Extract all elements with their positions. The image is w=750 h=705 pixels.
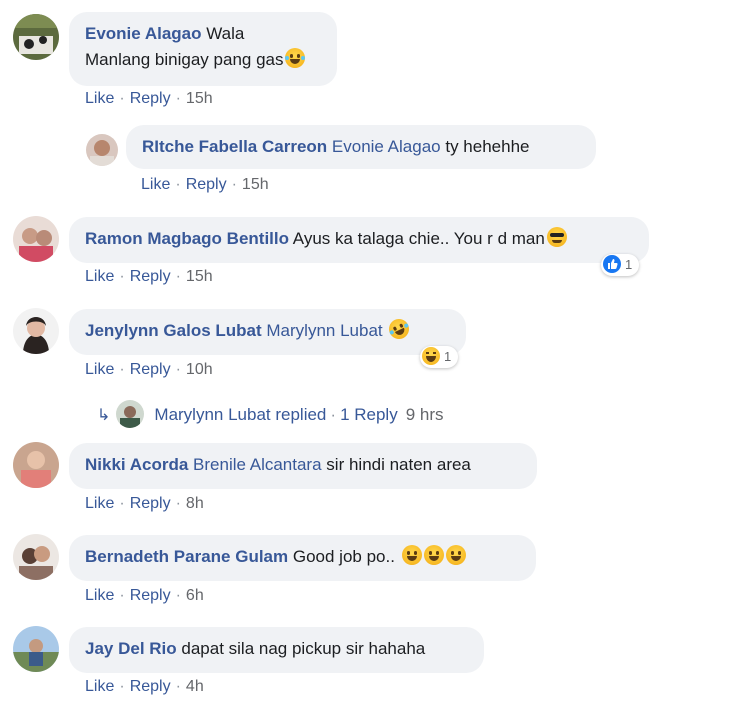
avatar[interactable] [13, 626, 59, 672]
like-link[interactable]: Like [141, 176, 170, 193]
like-link[interactable]: Like [85, 90, 114, 107]
comment-author[interactable]: Jenylynn Galos Lubat [85, 321, 262, 340]
laughing-face-icon [401, 545, 422, 565]
avatar[interactable] [13, 14, 59, 60]
like-link[interactable]: Like [85, 268, 114, 285]
avatar[interactable] [13, 216, 59, 262]
comment-author[interactable]: Evonie Alagao [85, 24, 202, 43]
reaction-count-value: 1 [625, 257, 633, 272]
comment-text: ty hehehhe [445, 137, 530, 156]
comment-actions: Like · Reply · 8h [85, 495, 204, 512]
reply-link[interactable]: Reply [130, 268, 171, 285]
avatar[interactable] [13, 308, 59, 354]
comment-text: Ayus ka talaga chie.. You r d man [292, 229, 545, 248]
mention-link[interactable]: Brenile Alcantara [193, 455, 322, 474]
reply-link[interactable]: Reply [130, 495, 171, 512]
haha-reaction-icon [422, 347, 440, 365]
reply-link[interactable]: Reply [130, 90, 171, 107]
avatar[interactable] [13, 534, 59, 580]
reply-link[interactable]: Reply [186, 176, 227, 193]
comment-bubble: Jenylynn Galos Lubat Marylynn Lubat [69, 309, 466, 355]
comment-actions: Like · Reply · 15h [85, 90, 213, 107]
comment-actions: Like · Reply · 15h [141, 176, 269, 193]
replies-timestamp: 9 hrs [405, 405, 444, 424]
avatar[interactable] [13, 442, 59, 488]
comment-timestamp[interactable]: 4h [186, 678, 204, 695]
avatar[interactable] [86, 134, 118, 166]
reply-link[interactable]: Reply [130, 361, 171, 378]
view-replies[interactable]: ↳ Marylynn Lubat replied · 1 Reply 9 hrs [97, 400, 444, 428]
comment-author[interactable]: Ramon Magbago Bentillo [85, 229, 289, 248]
comment-author[interactable]: Nikki Acorda [85, 455, 188, 474]
laughing-face-icon [445, 545, 466, 565]
comment-bubble: Bernadeth Parane Gulam Good job po.. [69, 535, 536, 581]
comment-bubble: Ramon Magbago Bentillo Ayus ka talaga ch… [69, 217, 649, 263]
replies-link[interactable]: 1 Reply [340, 405, 398, 424]
reply-link[interactable]: Reply [130, 678, 171, 695]
comment-actions: Like · Reply · 15h [85, 268, 213, 285]
comment-timestamp[interactable]: 15h [186, 90, 213, 107]
comment-author[interactable]: Bernadeth Parane Gulam [85, 547, 288, 566]
rolling-laughing-face-icon [386, 315, 413, 343]
reaction-count[interactable]: 1 [420, 346, 459, 368]
like-link[interactable]: Like [85, 587, 114, 604]
sunglasses-face-icon [546, 227, 567, 247]
comment-text: sir hindi naten area [326, 455, 471, 474]
laughing-face-icon [285, 48, 306, 68]
comment-bubble: Evonie Alagao Wala Manlang binigay pang … [69, 12, 337, 86]
like-link[interactable]: Like [85, 678, 114, 695]
comment-bubble: Nikki Acorda Brenile Alcantara sir hindi… [69, 443, 537, 489]
mention-link[interactable]: Evonie Alagao [332, 137, 441, 156]
comment-timestamp[interactable]: 10h [186, 361, 213, 378]
comment-timestamp[interactable]: 15h [186, 268, 213, 285]
reply-link[interactable]: Reply [130, 587, 171, 604]
like-link[interactable]: Like [85, 361, 114, 378]
replied-by-text[interactable]: Marylynn Lubat replied [154, 405, 326, 424]
like-link[interactable]: Like [85, 495, 114, 512]
reply-arrow-icon: ↳ [97, 407, 111, 424]
comment-author[interactable]: RItche Fabella Carreon [142, 137, 327, 156]
comment-timestamp[interactable]: 8h [186, 495, 204, 512]
laughing-face-icon [423, 545, 444, 565]
mention-link[interactable]: Marylynn Lubat [266, 321, 382, 340]
comment-text: Manlang binigay pang gas [85, 50, 284, 69]
comment-timestamp[interactable]: 6h [186, 587, 204, 604]
reaction-count[interactable]: 1 [601, 254, 640, 276]
comment-actions: Like · Reply · 4h [85, 678, 204, 695]
comment-timestamp[interactable]: 15h [242, 176, 269, 193]
comment-bubble: RItche Fabella Carreon Evonie Alagao ty … [126, 125, 596, 169]
comment-text: dapat sila nag pickup sir hahaha [181, 639, 426, 658]
comment-bubble: Jay Del Rio dapat sila nag pickup sir ha… [69, 627, 484, 673]
comment-text: Wala [206, 24, 245, 43]
avatar [116, 400, 145, 428]
comment-actions: Like · Reply · 6h [85, 587, 204, 604]
reaction-count-value: 1 [444, 349, 452, 364]
comment-author[interactable]: Jay Del Rio [85, 639, 177, 658]
comment-text: Good job po.. [292, 547, 395, 566]
like-reaction-icon [603, 255, 621, 273]
comment-actions: Like · Reply · 10h [85, 361, 213, 378]
